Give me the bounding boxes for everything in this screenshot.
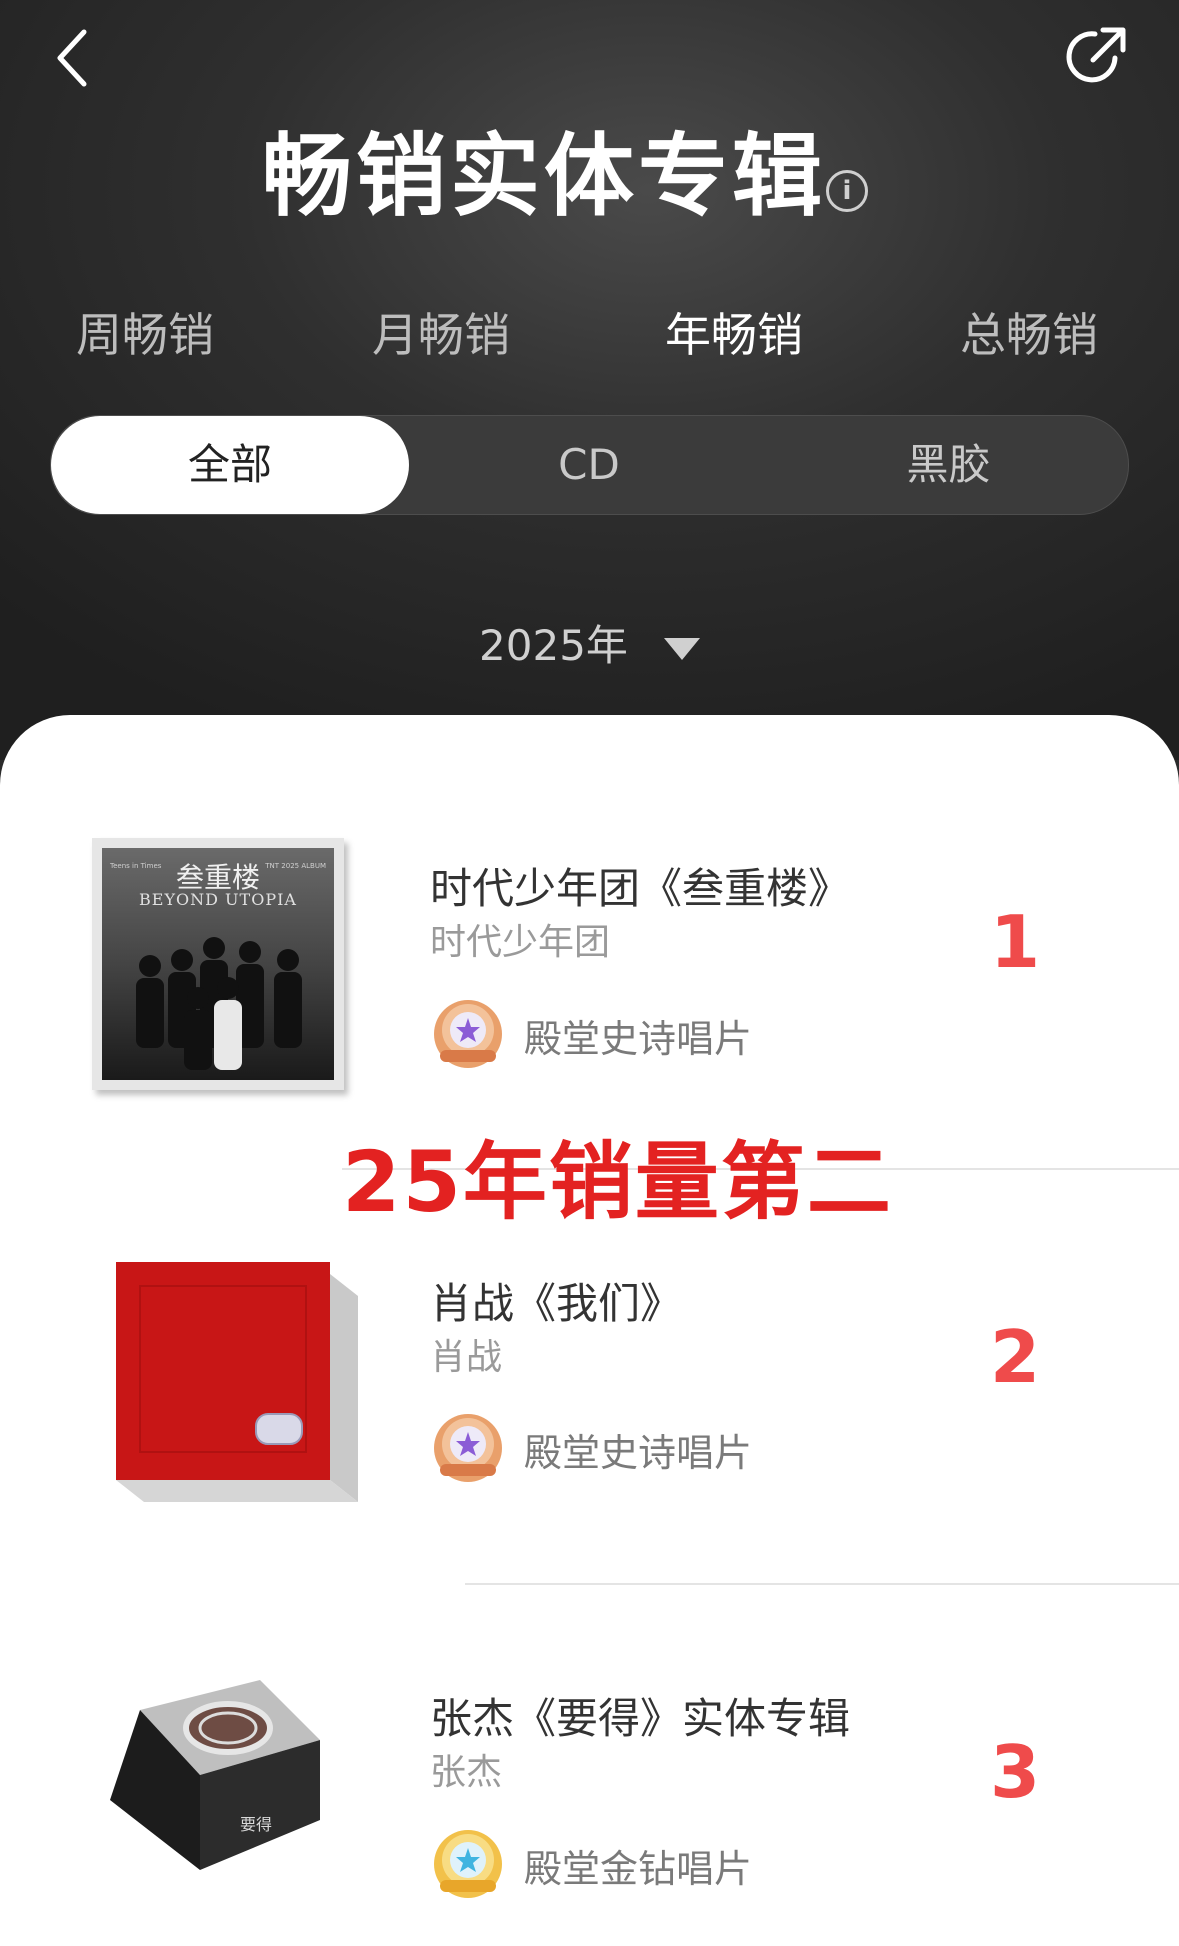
- format-segmented-control: 全部 CD 黑胶: [50, 415, 1129, 515]
- album-artist: 张杰: [430, 1752, 503, 1793]
- tab-monthly[interactable]: 月畅销: [372, 300, 510, 370]
- segment-all[interactable]: 全部: [51, 416, 409, 514]
- cover-small-text-left: Teens in Times: [110, 862, 162, 870]
- album-artist: 时代少年团: [430, 922, 611, 963]
- epic-record-badge-icon: [434, 1000, 502, 1068]
- page-title: 畅销实体专辑: [262, 124, 826, 229]
- back-arrow-icon[interactable]: [48, 28, 98, 88]
- header-area: 畅销实体专辑 i 周畅销 月畅销 年畅销 总畅销 全部 CD 黑胶 2025年: [0, 0, 1179, 760]
- segment-vinyl[interactable]: 黑胶: [769, 416, 1128, 514]
- annotation-text: 25年销量第二: [342, 1133, 893, 1231]
- album-cover[interactable]: [116, 1262, 358, 1502]
- rank-number: 3: [989, 1730, 1041, 1814]
- tab-all-time[interactable]: 总畅销: [960, 300, 1098, 370]
- album-title[interactable]: 张杰《要得》实体专辑: [430, 1685, 850, 1746]
- share-icon[interactable]: [1065, 22, 1131, 88]
- album-cover[interactable]: 叁重楼 BEYOND UTOPIA Teens in Times TNT 202…: [92, 838, 344, 1090]
- dropdown-arrow-icon: [663, 637, 700, 660]
- cover-spine-text: 要得: [240, 1815, 272, 1834]
- gold-diamond-record-badge-icon: [434, 1830, 502, 1898]
- album-title[interactable]: 时代少年团《叁重楼》: [430, 855, 850, 916]
- album-title[interactable]: 肖战《我们》: [430, 1270, 682, 1331]
- badge-label: 殿堂金钻唱片: [524, 1847, 753, 1891]
- album-cover[interactable]: 要得: [110, 1680, 330, 1870]
- badge-label: 殿堂史诗唱片: [524, 1017, 753, 1061]
- info-icon[interactable]: i: [826, 170, 868, 212]
- cover-small-text-right: TNT 2025 ALBUM: [265, 862, 326, 870]
- cover-subtitle-text: BEYOND UTOPIA: [139, 890, 297, 909]
- rank-number: 2: [989, 1315, 1041, 1399]
- album-artist: 肖战: [430, 1337, 503, 1378]
- year-selector[interactable]: 2025年: [0, 612, 1179, 673]
- list-divider: [465, 1583, 1179, 1585]
- rank-number: 1: [989, 900, 1041, 984]
- segment-cd[interactable]: CD: [409, 416, 769, 514]
- badge-label: 殿堂史诗唱片: [524, 1431, 753, 1475]
- period-tabs: 周畅销 月畅销 年畅销 总畅销: [0, 300, 1179, 370]
- tab-weekly[interactable]: 周畅销: [76, 300, 214, 370]
- cover-art-image: [116, 1262, 358, 1502]
- cover-art-image: 要得: [110, 1680, 320, 1870]
- tab-yearly[interactable]: 年畅销: [665, 300, 803, 370]
- epic-record-badge-icon: [434, 1414, 502, 1482]
- year-label: 2025年: [479, 621, 628, 670]
